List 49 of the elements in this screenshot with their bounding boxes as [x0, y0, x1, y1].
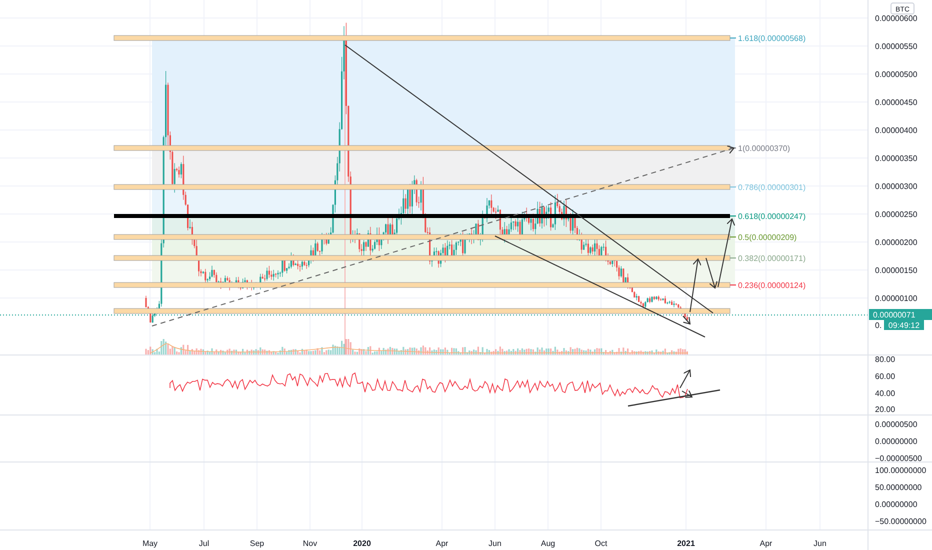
- price-axis-label: 0.00000100: [875, 294, 918, 303]
- price-axis-label: 0.00000200: [875, 238, 918, 247]
- axis-label: −0.00000500: [875, 454, 922, 463]
- axis-label: 0.00000000: [875, 500, 918, 509]
- fib-level-label: 0.618(0.00000247): [738, 212, 806, 221]
- fib-level-label: 0.236(0.00000124): [738, 281, 806, 290]
- axis-label: 0.00000500: [875, 420, 918, 429]
- price-axis-label: 0.00000350: [875, 154, 918, 163]
- rsi-axis-label: 80.00: [875, 355, 896, 364]
- fib-tick: [730, 284, 736, 286]
- time-axis-label: Oct: [594, 539, 608, 548]
- time-axis-label: Jun: [488, 539, 502, 548]
- price-axis-label: 0.00000500: [875, 70, 918, 79]
- countdown-tag: 09:49:12: [884, 320, 924, 330]
- axis-label: 100.00000000: [875, 466, 926, 475]
- rsi-axis-label: 40.00: [875, 389, 896, 398]
- fib-level-label: 1(0.00000370): [738, 144, 790, 153]
- price-axis-label: 0.00000250: [875, 210, 918, 219]
- axis-label: −50.00000000: [875, 517, 926, 526]
- price-axis-label: 0.00000400: [875, 126, 918, 135]
- fib-level-label: 0.5(0.00000209): [738, 233, 797, 242]
- axis-label: 50.00000000: [875, 483, 922, 492]
- arrow: [682, 316, 690, 324]
- price-axis-label: 0.00000550: [875, 42, 918, 51]
- time-axis-label: 2021: [677, 539, 695, 548]
- fib-level-label: 1.618(0.00000568): [738, 34, 806, 43]
- fib-tick: [730, 186, 736, 188]
- price-axis-label: 0.00000600: [875, 14, 918, 23]
- fib-level-label: 0.382(0.00000171): [738, 254, 806, 263]
- price-axis-label: 0.00000300: [875, 182, 918, 191]
- time-axis-label: Apr: [760, 539, 772, 548]
- time-axis-label: Nov: [302, 539, 318, 548]
- price-axis-label: 0.00000150: [875, 266, 918, 275]
- price-axis-label: 0.00000450: [875, 98, 918, 107]
- fib-level-label: 0.786(0.00000301): [738, 183, 806, 192]
- axis-label: 0.00000000: [875, 437, 918, 446]
- time-axis-label: Sep: [250, 539, 264, 548]
- time-axis-label: 2020: [353, 539, 371, 548]
- fib-tick: [730, 236, 736, 238]
- time-axis-label: Apr: [436, 539, 448, 548]
- time-axis-label: Aug: [540, 539, 556, 548]
- price-axis-label: 0.: [875, 321, 882, 330]
- rsi-axis-label: 20.00: [875, 405, 896, 414]
- rsi-axis-label: 60.00: [875, 372, 896, 381]
- time-axis-label: May: [142, 539, 158, 548]
- time-axis-label: Jul: [198, 539, 210, 548]
- last-price-tag: 0.00000071: [869, 309, 932, 320]
- time-axis-label: Jun: [814, 539, 826, 548]
- arrow: [690, 258, 702, 312]
